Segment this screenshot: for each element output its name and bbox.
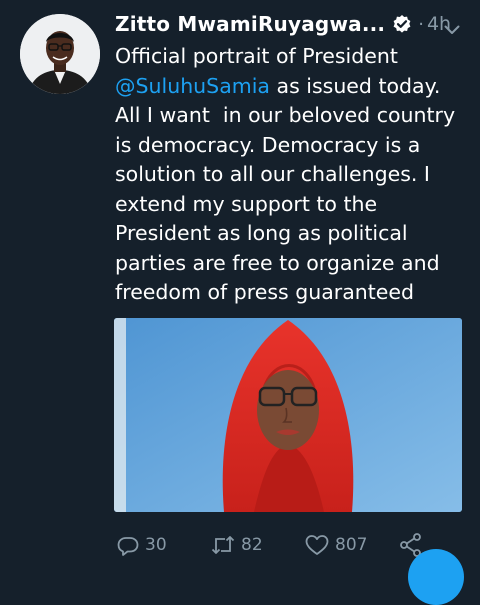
- like-button[interactable]: 807: [304, 530, 367, 560]
- retweet-icon: [210, 533, 236, 557]
- reply-button[interactable]: 30: [116, 530, 167, 560]
- heart-icon: [304, 533, 330, 557]
- reply-icon: [116, 533, 140, 557]
- chevron-down-icon[interactable]: [444, 20, 460, 34]
- separator-dot: ·: [418, 13, 424, 35]
- retweet-count: 82: [241, 535, 263, 555]
- verified-badge-icon: [392, 14, 412, 34]
- tweet[interactable]: Zitto MwamiRuyagwa... · 4h Official port…: [0, 0, 480, 605]
- reply-count: 30: [145, 535, 167, 555]
- retweet-button[interactable]: 82: [210, 530, 263, 560]
- tweet-text: Official portrait of President @SuluhuSa…: [115, 42, 465, 308]
- tweet-text-start: Official portrait of President: [115, 44, 398, 68]
- mention-link[interactable]: @SuluhuSamia: [115, 74, 270, 98]
- avatar[interactable]: [20, 14, 100, 94]
- tweet-image[interactable]: [114, 318, 462, 512]
- like-count: 807: [335, 535, 368, 555]
- tweet-text-end: as issued today. All I want in our belov…: [115, 73, 456, 305]
- tweet-header: Zitto MwamiRuyagwa... · 4h: [115, 8, 465, 40]
- author-name[interactable]: Zitto MwamiRuyagwa...: [115, 12, 385, 36]
- compose-fab-button[interactable]: [408, 549, 464, 605]
